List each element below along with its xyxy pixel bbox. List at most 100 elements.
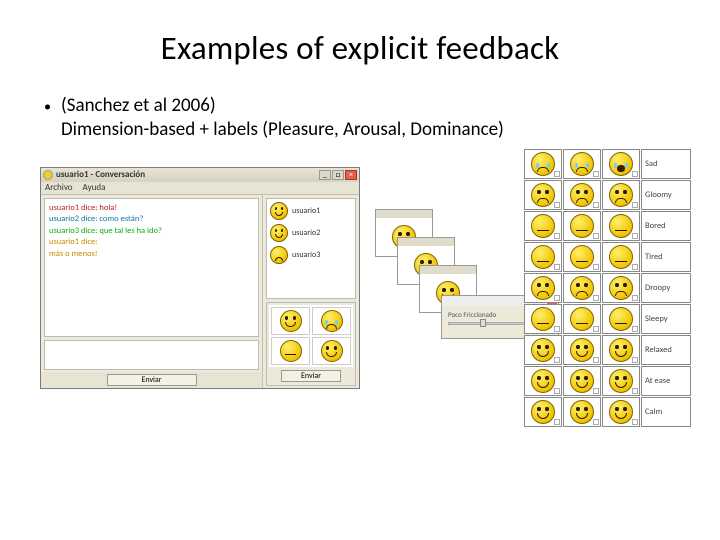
popup-cascade: Poco Friccionado [375,209,535,359]
chat-line: usuario1 dice: hola! [49,203,254,214]
checkbox-icon[interactable] [593,202,599,208]
emoji-face-icon [609,183,633,207]
checkbox-icon[interactable] [593,419,599,425]
menu-archivo[interactable]: Archivo [45,182,73,194]
emoji-cell[interactable] [563,149,601,179]
emoji-face-icon [570,214,594,238]
emoji-cell[interactable] [602,180,640,210]
chat-input[interactable] [44,340,259,370]
checkbox-icon[interactable] [593,171,599,177]
checkbox-icon[interactable] [632,264,638,270]
checkbox-icon[interactable] [632,295,638,301]
emoji-cell[interactable] [563,180,601,210]
checkbox-icon[interactable] [554,202,560,208]
checkbox-icon[interactable] [554,264,560,270]
minimize-button[interactable]: _ [319,170,331,180]
emoji-face-icon [531,400,555,424]
emoji-cell[interactable] [563,242,601,272]
emoji-cell[interactable] [563,335,601,365]
emoji-row-label: Sad [641,149,691,179]
user-row: usuario3 [270,246,352,264]
emoji-face-icon [531,152,555,176]
send-button[interactable]: Enviar [107,374,197,386]
emoji-cell[interactable] [602,273,640,303]
figure-area: usuario1 - Conversación _ □ × Archivo Ay… [40,167,680,477]
emoji-cell[interactable] [602,211,640,241]
checkbox-icon[interactable] [593,295,599,301]
emoji-cell[interactable] [563,304,601,334]
checkbox-icon[interactable] [632,388,638,394]
emoji-cell[interactable] [563,397,601,427]
emoji-cell[interactable] [524,397,562,427]
selector-face-icon [280,310,302,332]
slide-title: Examples of explicit feedback [40,28,680,68]
checkbox-icon[interactable] [554,419,560,425]
checkbox-icon[interactable] [554,295,560,301]
checkbox-icon[interactable] [632,233,638,239]
emoji-face-icon [570,245,594,269]
emoji-cell[interactable] [563,273,601,303]
selector-send-button[interactable]: Enviar [281,370,341,382]
checkbox-icon[interactable] [554,357,560,363]
checkbox-icon[interactable] [593,326,599,332]
checkbox-icon[interactable] [632,326,638,332]
bullet-dot: • [44,94,51,120]
selector-cell[interactable] [312,337,351,365]
emoji-cell[interactable] [524,304,562,334]
checkbox-icon[interactable] [632,202,638,208]
emoji-cell[interactable] [524,149,562,179]
checkbox-icon[interactable] [554,233,560,239]
emoji-cell[interactable] [602,366,640,396]
emoji-cell[interactable] [602,397,640,427]
checkbox-icon[interactable] [593,233,599,239]
chat-titlebar: usuario1 - Conversación _ □ × [41,168,359,182]
checkbox-icon[interactable] [554,326,560,332]
chat-line: usuario3 dice: que tal les ha ido? [49,226,254,237]
emoji-cell[interactable] [602,304,640,334]
checkbox-icon[interactable] [593,264,599,270]
close-button[interactable]: × [345,170,357,180]
emoji-cell[interactable] [524,273,562,303]
emoji-cell[interactable] [524,211,562,241]
checkbox-icon[interactable] [632,419,638,425]
user-face-icon [270,246,288,264]
emoji-row-label: Droopy [641,273,691,303]
emoji-cell[interactable] [524,335,562,365]
user-face-icon [270,202,288,220]
checkbox-icon[interactable] [554,388,560,394]
chat-line: usuario2 dice: como están? [49,214,254,225]
emoji-cell[interactable] [602,149,640,179]
selector-face-icon [280,340,302,362]
selector-face-icon [321,310,343,332]
checkbox-icon[interactable] [554,171,560,177]
user-name: usuario2 [292,228,320,238]
selector-cell[interactable] [271,337,310,365]
chat-menubar: Archivo Ayuda [41,182,359,195]
chat-line: usuario1 dice: [49,237,254,248]
bullet-citation: (Sanchez et al 2006) [61,94,216,117]
emoji-cell[interactable] [563,211,601,241]
maximize-button[interactable]: □ [332,170,344,180]
selector-cell[interactable] [271,307,310,335]
menu-ayuda[interactable]: Ayuda [83,182,106,194]
checkbox-icon[interactable] [632,171,638,177]
checkbox-icon[interactable] [593,388,599,394]
checkbox-icon[interactable] [593,357,599,363]
emoji-face-icon [570,338,594,362]
emoji-row-label: At ease [641,366,691,396]
user-list: usuario1usuario2usuario3 [266,198,356,299]
emoji-cell[interactable] [524,366,562,396]
slider-thumb[interactable] [480,319,486,327]
emoji-row-label: Sleepy [641,304,691,334]
emoji-face-icon [570,183,594,207]
emoji-cell[interactable] [563,366,601,396]
emoji-cell[interactable] [602,335,640,365]
emoji-cell[interactable] [524,242,562,272]
selector-cell[interactable] [312,307,351,335]
emoji-cell[interactable] [524,180,562,210]
checkbox-icon[interactable] [632,357,638,363]
emoji-face-icon [531,369,555,393]
emoji-cell[interactable] [602,242,640,272]
emoji-face-icon [531,307,555,331]
emoji-face-icon [609,214,633,238]
